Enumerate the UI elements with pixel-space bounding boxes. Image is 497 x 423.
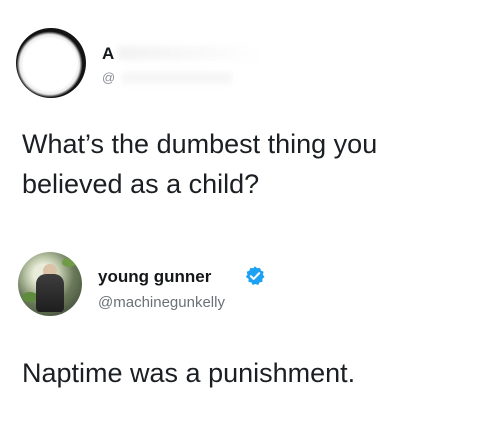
avatar-leaf [62, 258, 76, 267]
avatar[interactable] [18, 252, 82, 316]
verified-badge-icon [245, 266, 265, 285]
tweet-text: What’s the dumbest thing you believed as… [22, 129, 378, 199]
username-handle[interactable]: @ [102, 70, 115, 85]
username-handle[interactable]: @machinegunkelly [98, 294, 225, 311]
display-name[interactable]: A [102, 44, 114, 64]
tweet-question: A @ What’s the dumbest thing you believe… [0, 0, 497, 215]
avatar-redaction [24, 38, 78, 88]
avatar[interactable] [16, 28, 86, 98]
tweet-text: Naptime was a punishment. [22, 358, 356, 388]
handle-redaction [122, 72, 232, 84]
display-name[interactable]: young gunner [98, 267, 211, 287]
tweet-reply: young gunner @machinegunkelly Naptime wa… [0, 215, 497, 423]
avatar-figure [36, 274, 64, 312]
name-redaction [118, 46, 268, 60]
